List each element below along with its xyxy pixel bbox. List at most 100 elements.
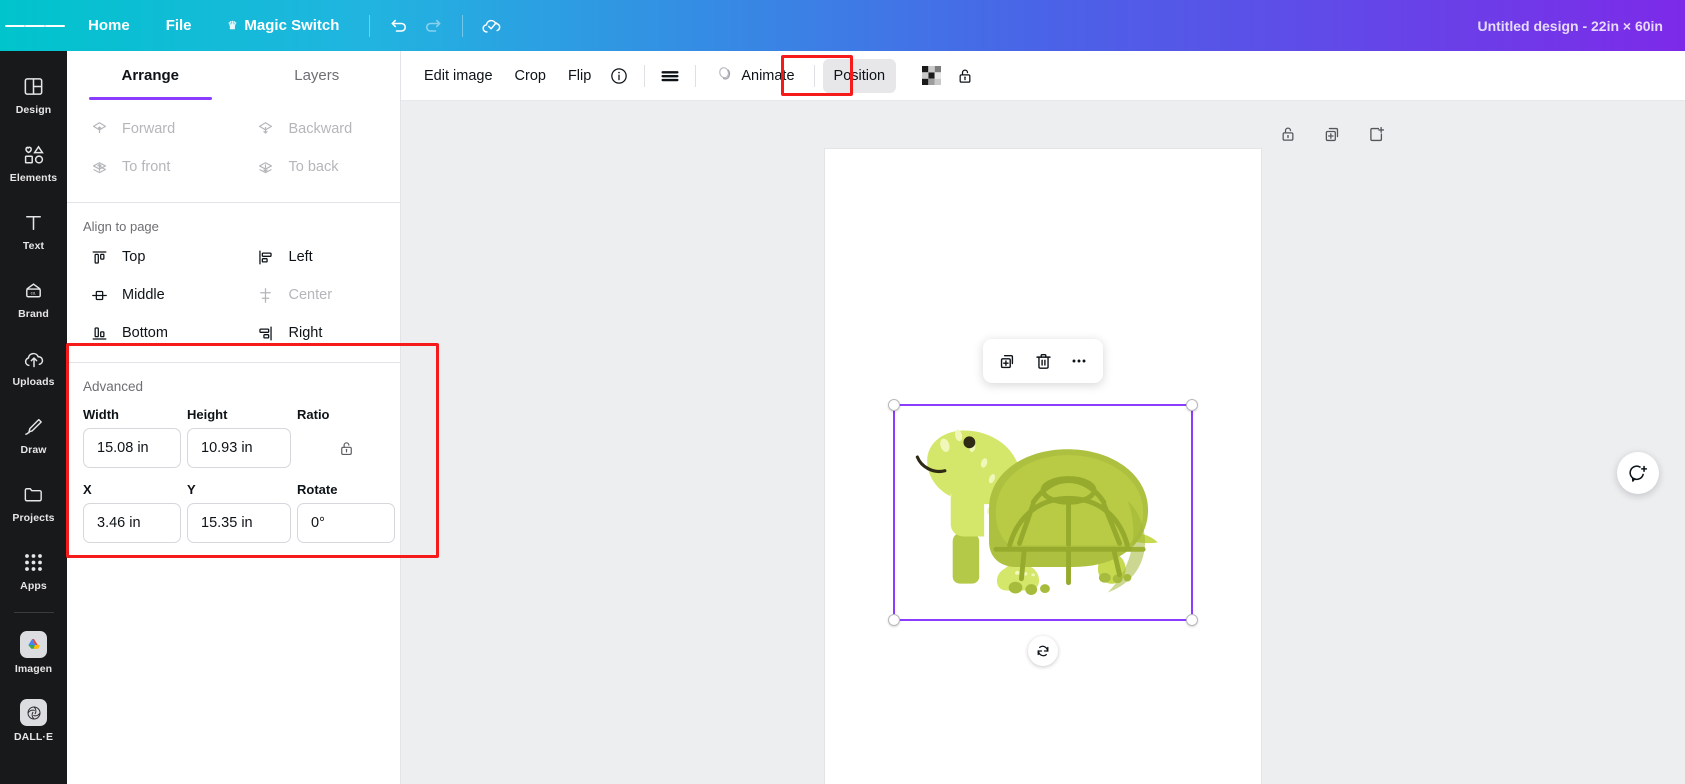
upload-cloud-icon	[21, 346, 46, 371]
rail-item-apps[interactable]: Apps	[0, 537, 67, 605]
design-title[interactable]: Untitled design - 22in × 60in	[1477, 0, 1663, 51]
action-align-right[interactable]: Right	[240, 314, 395, 352]
crop-label: Crop	[514, 67, 546, 84]
action-align-left[interactable]: Left	[240, 238, 395, 276]
rail-item-dalle[interactable]: DALL·E	[0, 687, 67, 755]
crown-icon: ♛	[227, 20, 238, 32]
redo-icon[interactable]	[416, 9, 450, 43]
rail-item-draw[interactable]: Draw	[0, 401, 67, 469]
action-to-front-label: To front	[122, 159, 171, 175]
rail-item-imagen[interactable]: Imagen	[0, 619, 67, 687]
align-left-icon	[256, 248, 276, 267]
rail-label-draw: Draw	[20, 444, 47, 456]
action-backward[interactable]: Backward	[240, 110, 395, 148]
topbar-magic-switch-label: Magic Switch	[244, 17, 340, 34]
left-rail: Design Elements Text co. Brand Uploads D…	[0, 51, 67, 784]
divider	[813, 64, 815, 87]
add-comment-icon[interactable]	[1617, 452, 1659, 494]
rail-item-design[interactable]: Design	[0, 61, 67, 129]
tab-layers-label: Layers	[294, 67, 340, 84]
action-backward-label: Backward	[288, 121, 353, 137]
animate-button[interactable]: Animate	[704, 59, 805, 93]
rail-label-projects: Projects	[12, 512, 55, 524]
design-page[interactable]	[825, 149, 1261, 784]
action-align-middle-label: Middle	[122, 287, 165, 303]
tab-arrange[interactable]: Arrange	[67, 51, 234, 100]
height-input[interactable]	[187, 428, 291, 468]
align-center-icon	[256, 286, 276, 305]
lines-icon[interactable]	[653, 59, 687, 93]
topbar-item-home[interactable]: Home	[70, 9, 148, 43]
unlocked-padlock-icon[interactable]	[329, 431, 363, 465]
action-align-center[interactable]: Center	[240, 276, 395, 314]
edit-image-label: Edit image	[424, 67, 493, 84]
rail-label-apps: Apps	[20, 580, 47, 592]
rail-divider	[13, 612, 54, 613]
add-page-icon[interactable]	[1363, 121, 1389, 147]
align-actions: Top Left Middle Center Bottom Right	[67, 238, 400, 352]
resize-handle-bottom-left[interactable]	[888, 614, 900, 626]
x-input[interactable]	[83, 503, 181, 543]
crop-button[interactable]: Crop	[504, 59, 557, 93]
rotate-handle[interactable]	[1028, 636, 1058, 666]
position-button[interactable]: Position	[822, 58, 897, 93]
advanced-section: Advanced Width Height Ratio 15.08 in 10.…	[67, 363, 400, 543]
y-label: Y	[187, 482, 196, 497]
width-label: Width	[83, 407, 119, 422]
canvas-area	[401, 101, 1685, 784]
align-header: Align to page	[83, 219, 159, 234]
rail-label-text: Text	[22, 240, 45, 252]
info-icon[interactable]	[602, 59, 636, 93]
duplicate-icon[interactable]	[990, 344, 1024, 378]
duplicate-page-icon[interactable]	[1319, 121, 1345, 147]
rail-label-brand: Brand	[18, 308, 49, 320]
resize-handle-top-right[interactable]	[1186, 399, 1198, 411]
x-label: X	[83, 482, 92, 497]
topbar-item-magic-switch[interactable]: ♛ Magic Switch	[210, 9, 358, 43]
layer-forward-icon	[89, 120, 109, 139]
divider	[462, 14, 464, 37]
undo-icon[interactable]	[382, 9, 416, 43]
advanced-title: Advanced	[83, 379, 144, 394]
turtle-illustration[interactable]	[895, 406, 1191, 619]
action-to-front[interactable]: To front	[73, 148, 228, 186]
hamburger-icon[interactable]	[0, 0, 70, 51]
topbar-item-file[interactable]: File	[148, 9, 210, 43]
action-forward[interactable]: Forward	[73, 110, 228, 148]
resize-handle-top-left[interactable]	[888, 399, 900, 411]
animate-label: Animate	[741, 67, 795, 84]
ratio-cell	[297, 428, 395, 468]
resize-handle-bottom-right[interactable]	[1186, 614, 1198, 626]
divider	[695, 64, 697, 87]
selection-box[interactable]	[888, 399, 1198, 626]
action-to-back[interactable]: To back	[240, 148, 395, 186]
tab-layers[interactable]: Layers	[234, 51, 401, 100]
trash-icon[interactable]	[1026, 344, 1060, 378]
rail-item-uploads[interactable]: Uploads	[0, 333, 67, 401]
align-right-icon	[256, 324, 276, 343]
action-align-left-label: Left	[288, 249, 313, 265]
edit-image-button[interactable]: Edit image	[413, 59, 504, 93]
rail-item-elements[interactable]: Elements	[0, 129, 67, 197]
more-dots-icon[interactable]	[1062, 344, 1096, 378]
action-align-middle[interactable]: Middle	[73, 276, 228, 314]
rail-item-text[interactable]: Text	[0, 197, 67, 265]
action-align-top-label: Top	[122, 249, 146, 265]
unlocked-padlock-icon[interactable]	[948, 59, 982, 93]
action-align-bottom-label: Bottom	[122, 325, 168, 341]
svg-text:co.: co.	[31, 291, 37, 296]
action-align-top[interactable]: Top	[73, 238, 228, 276]
rail-item-brand[interactable]: co. Brand	[0, 265, 67, 333]
width-input[interactable]	[83, 428, 181, 468]
rail-item-projects[interactable]: Projects	[0, 469, 67, 537]
transparency-checker-icon[interactable]	[914, 59, 948, 93]
action-align-bottom[interactable]: Bottom	[73, 314, 228, 352]
action-align-right-label: Right	[288, 325, 323, 341]
lock-page-icon[interactable]	[1275, 121, 1301, 147]
rotate-input[interactable]	[297, 503, 395, 543]
action-align-center-label: Center	[288, 287, 333, 303]
flip-button[interactable]: Flip	[557, 59, 602, 93]
cloud-saved-icon[interactable]	[475, 9, 509, 43]
y-input[interactable]	[187, 503, 291, 543]
advanced-row-size: Width Height Ratio	[83, 404, 384, 468]
